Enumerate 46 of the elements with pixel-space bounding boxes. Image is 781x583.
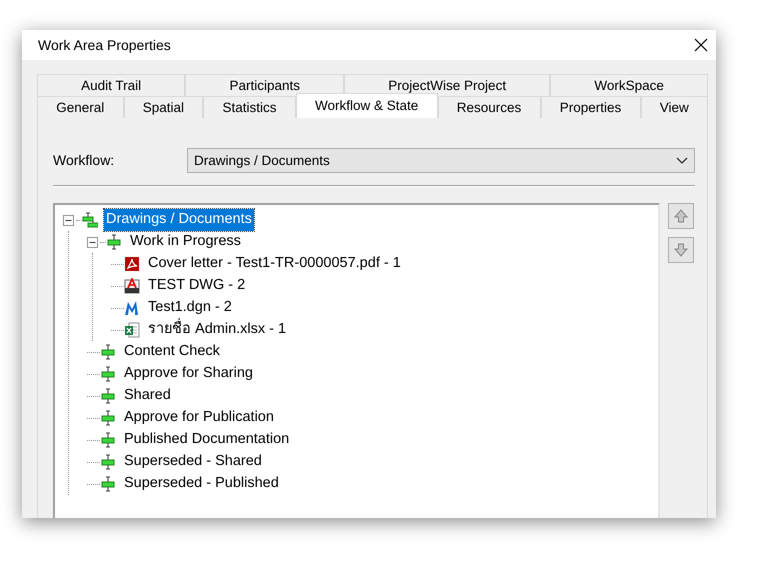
tab[interactable]: View bbox=[640, 96, 708, 118]
workflow-label: Workflow: bbox=[53, 151, 116, 170]
state-icon bbox=[100, 410, 116, 426]
tab[interactable]: Spatial bbox=[124, 96, 204, 118]
collapse-toggle[interactable] bbox=[87, 236, 98, 248]
tab[interactable]: Statistics bbox=[203, 96, 296, 118]
tree-item[interactable]: TEST DWG - 2 bbox=[146, 275, 248, 297]
state-icon bbox=[100, 388, 116, 404]
tree-item[interactable]: Content Check bbox=[122, 341, 222, 363]
tree-item[interactable]: Superseded - Shared bbox=[122, 451, 264, 473]
drawing-file-icon bbox=[124, 278, 140, 294]
arrow-up-icon bbox=[673, 208, 689, 224]
tree-item[interactable]: Shared bbox=[122, 385, 173, 407]
tab[interactable]: Workflow & State bbox=[296, 93, 438, 118]
tab[interactable]: WorkSpace bbox=[550, 74, 708, 96]
state-icon bbox=[100, 344, 116, 360]
close-icon[interactable] bbox=[694, 38, 708, 52]
m-logo-icon bbox=[124, 300, 140, 316]
tree-item[interactable]: รายชื่อ Admin.xlsx - 1 bbox=[146, 319, 288, 341]
tab[interactable]: General bbox=[37, 96, 124, 118]
state-icon bbox=[100, 366, 116, 382]
state-icon bbox=[106, 234, 122, 250]
tree-item[interactable]: Drawings / Documents bbox=[104, 209, 254, 231]
workflow-dropdown[interactable]: Drawings / Documents bbox=[187, 148, 695, 173]
state-icon bbox=[100, 432, 116, 448]
state-icon bbox=[100, 454, 116, 470]
tab[interactable]: Audit Trail bbox=[37, 74, 186, 96]
collapse-toggle[interactable] bbox=[63, 214, 74, 226]
pdf-file-icon bbox=[124, 256, 140, 272]
arrow-down-icon bbox=[673, 242, 689, 258]
tab[interactable]: Participants bbox=[185, 74, 344, 96]
spreadsheet-file-icon bbox=[124, 322, 140, 338]
tree-item[interactable]: Superseded - Published bbox=[122, 473, 281, 495]
tab[interactable]: ProjectWise Project bbox=[344, 74, 550, 96]
chevron-icon bbox=[676, 156, 688, 164]
state-icon bbox=[100, 476, 116, 492]
tree-item[interactable]: Work in Progress bbox=[128, 231, 243, 253]
workflow-icon bbox=[82, 212, 98, 228]
tab[interactable]: Resources bbox=[438, 96, 540, 118]
tree-item[interactable]: Test1.dgn - 2 bbox=[146, 297, 234, 319]
window-title: Work Area Properties bbox=[38, 36, 171, 55]
tree-item[interactable]: Approve for Sharing bbox=[122, 363, 255, 385]
tree-item[interactable]: Approve for Publication bbox=[122, 407, 276, 429]
tree-item[interactable]: Cover letter - Test1-TR-0000057.pdf - 1 bbox=[146, 253, 403, 275]
tab[interactable]: Properties bbox=[540, 96, 640, 118]
tree-item[interactable]: Published Documentation bbox=[122, 429, 292, 451]
